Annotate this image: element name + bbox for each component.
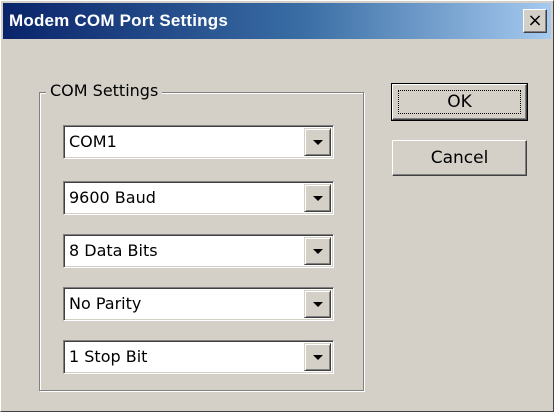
com-port-select[interactable]: COM1 bbox=[63, 125, 334, 159]
data-bits-dropdown-button[interactable] bbox=[304, 237, 331, 265]
baud-rate-select[interactable]: 9600 Baud bbox=[63, 181, 334, 215]
chevron-down-icon bbox=[313, 302, 323, 307]
modem-com-port-settings-dialog: Modem COM Port Settings × COM Settings C… bbox=[0, 0, 554, 412]
data-bits-value: 8 Data Bits bbox=[69, 241, 158, 260]
close-icon: × bbox=[527, 10, 543, 31]
parity-dropdown-button[interactable] bbox=[304, 290, 331, 318]
cancel-button[interactable]: Cancel bbox=[392, 140, 527, 176]
stop-bits-value: 1 Stop Bit bbox=[69, 347, 148, 366]
ok-button[interactable]: OK bbox=[391, 83, 528, 121]
com-port-value: COM1 bbox=[69, 132, 117, 151]
data-bits-select[interactable]: 8 Data Bits bbox=[63, 234, 334, 268]
stop-bits-select[interactable]: 1 Stop Bit bbox=[63, 340, 334, 374]
ok-button-label: OK bbox=[447, 92, 472, 112]
close-button[interactable]: × bbox=[523, 9, 547, 33]
cancel-button-label: Cancel bbox=[430, 148, 489, 168]
chevron-down-icon bbox=[313, 249, 323, 254]
chevron-down-icon bbox=[313, 355, 323, 360]
chevron-down-icon bbox=[313, 140, 323, 145]
parity-value: No Parity bbox=[69, 294, 142, 313]
baud-rate-dropdown-button[interactable] bbox=[304, 184, 331, 212]
parity-select[interactable]: No Parity bbox=[63, 287, 334, 321]
baud-rate-value: 9600 Baud bbox=[69, 188, 156, 207]
stop-bits-dropdown-button[interactable] bbox=[304, 343, 331, 371]
com-port-dropdown-button[interactable] bbox=[304, 128, 331, 156]
com-settings-group-label: COM Settings bbox=[46, 81, 163, 101]
chevron-down-icon bbox=[313, 196, 323, 201]
window-title: Modem COM Port Settings bbox=[9, 11, 228, 30]
title-bar[interactable]: Modem COM Port Settings × bbox=[3, 3, 551, 39]
